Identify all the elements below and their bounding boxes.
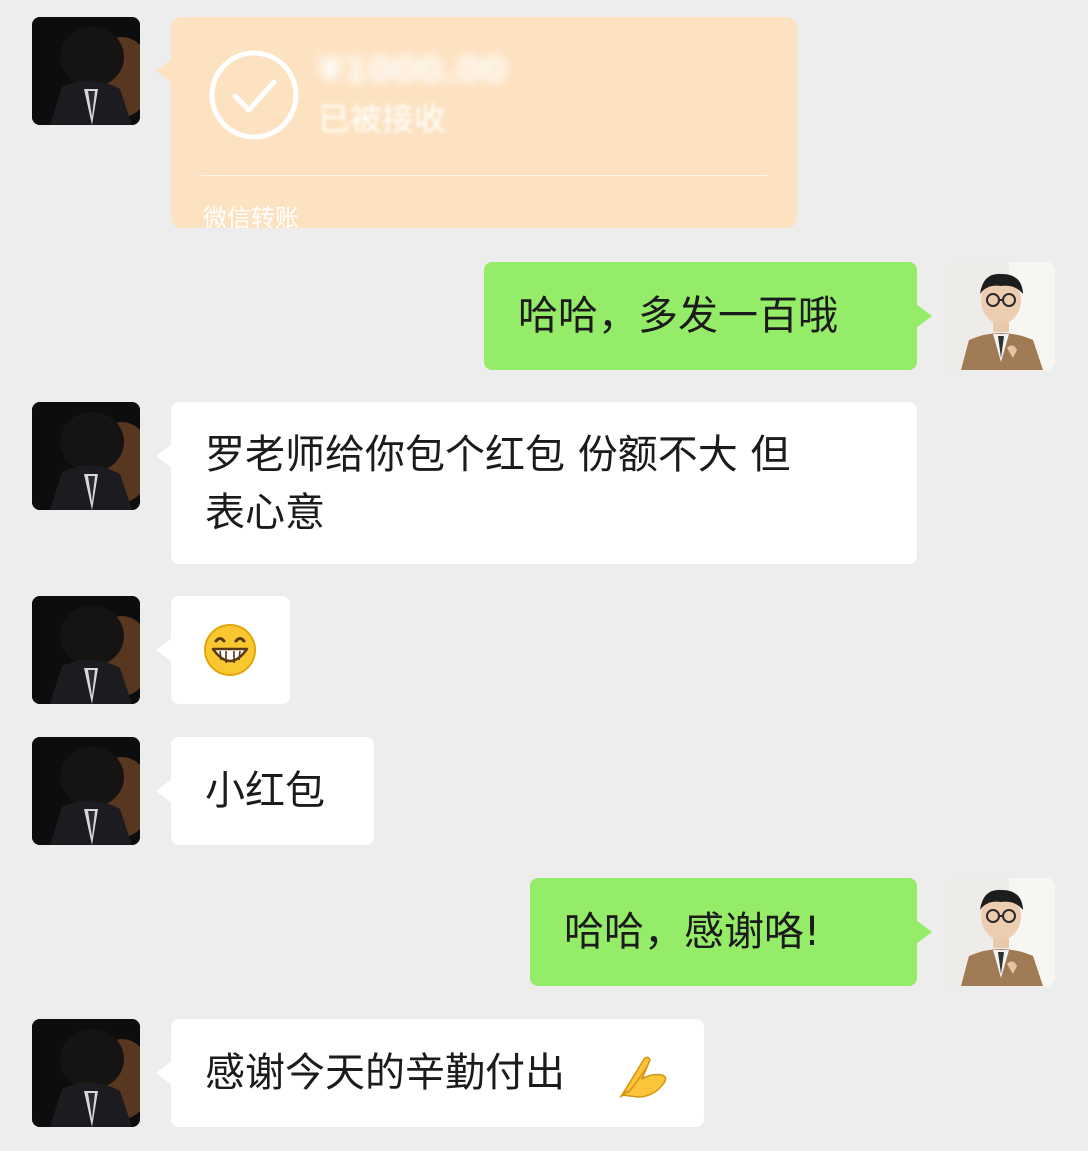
message-bubble-other[interactable] [156,596,290,704]
message-text: 感谢今天的辛勤付出 [205,1050,565,1096]
message-text: 哈哈，多发一百哦 [518,293,838,339]
transfer-divider [201,175,767,176]
transfer-status: 已被接收 [318,100,447,138]
contact-avatar-image [32,1019,140,1127]
grin-emoji [204,624,256,676]
contact-avatar-image [32,737,140,845]
message-bubble-other[interactable]: 罗老师给你包个红包 份额不大 但 表心意 [156,402,917,564]
message-bubble-other[interactable]: 感谢今天的辛勤付出 [156,1019,704,1127]
message-text: 哈哈，感谢咯! [564,909,821,955]
contact-avatar[interactable] [32,402,140,510]
check-circle-icon [209,50,299,140]
self-avatar[interactable] [947,878,1055,986]
contact-avatar[interactable] [32,596,140,704]
self-avatar[interactable] [947,262,1055,370]
message-text: 罗老师给你包个红包 份额不大 但 表心意 [205,432,791,536]
contact-avatar-image [32,402,140,510]
message-bubble-other[interactable]: 小红包 [156,737,374,845]
message-bubble-self[interactable]: 哈哈，感谢咯! [530,878,932,986]
contact-avatar-image [32,17,140,125]
transfer-amount: ¥1000.00 [318,50,508,91]
self-avatar-image [947,262,1055,370]
contact-avatar[interactable] [32,1019,140,1127]
contact-avatar-image [32,596,140,704]
contact-avatar[interactable] [32,737,140,845]
chat-window: ¥1000.00 已被接收 微信转账 哈哈，多发一百哦 罗老师给你包个红包 份额… [0,0,1088,1151]
transfer-card[interactable]: ¥1000.00 已被接收 微信转账 [156,17,797,232]
message-text: 小红包 [205,768,325,814]
pray-hands-emoji [619,1056,667,1098]
self-avatar-image [947,878,1055,986]
transfer-footer-label: 微信转账 [203,204,299,232]
contact-avatar[interactable] [32,17,140,125]
message-bubble-self[interactable]: 哈哈，多发一百哦 [484,262,932,370]
